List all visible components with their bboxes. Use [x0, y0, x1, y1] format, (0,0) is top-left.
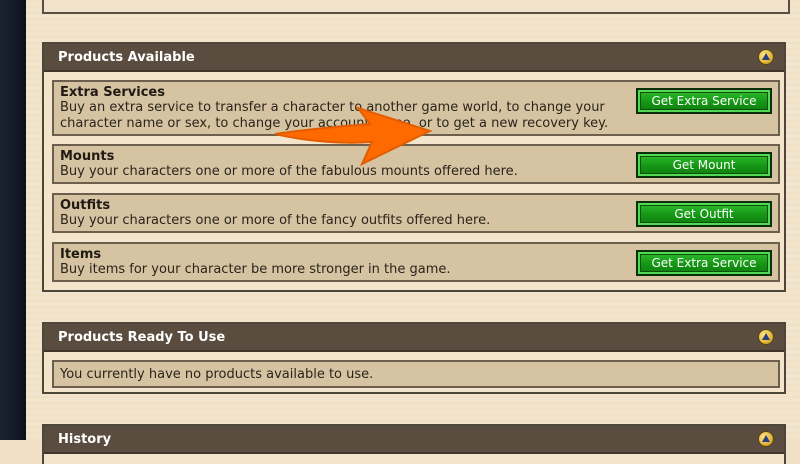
panel-title: Products Ready To Use [58, 329, 226, 345]
product-row-items: Items Buy items for your character be mo… [52, 242, 780, 282]
get-mount-button[interactable]: Get Mount [636, 152, 772, 178]
history-panel: History [42, 424, 786, 464]
collapse-icon[interactable] [758, 329, 774, 345]
collapse-icon[interactable] [758, 49, 774, 65]
get-item-service-button[interactable]: Get Extra Service [636, 250, 772, 276]
product-description: Buy your characters one or more of the f… [60, 213, 491, 228]
arrow-annotation-icon [274, 106, 433, 167]
product-title: Outfits [60, 198, 111, 213]
history-header: History [44, 426, 784, 454]
previous-panel-bottom [42, 0, 790, 14]
product-title: Mounts [60, 149, 115, 164]
product-row-outfits: Outfits Buy your characters one or more … [52, 193, 780, 233]
products-available-header: Products Available [44, 44, 784, 72]
get-extra-service-button[interactable]: Get Extra Service [636, 88, 772, 114]
get-outfit-button[interactable]: Get Outfit [636, 201, 772, 227]
products-ready-panel: Products Ready To Use You currently have… [42, 322, 786, 394]
product-title: Items [60, 247, 102, 262]
products-ready-message-row: You currently have no products available… [52, 360, 780, 388]
empty-state-message: You currently have no products available… [60, 367, 374, 382]
product-title: Extra Services [60, 85, 165, 100]
panel-title: Products Available [58, 49, 195, 65]
left-navigation-rail [0, 0, 26, 440]
collapse-icon[interactable] [758, 431, 774, 447]
products-ready-header: Products Ready To Use [44, 324, 784, 352]
product-description: Buy items for your character be more str… [60, 262, 451, 277]
panel-title: History [58, 431, 112, 447]
